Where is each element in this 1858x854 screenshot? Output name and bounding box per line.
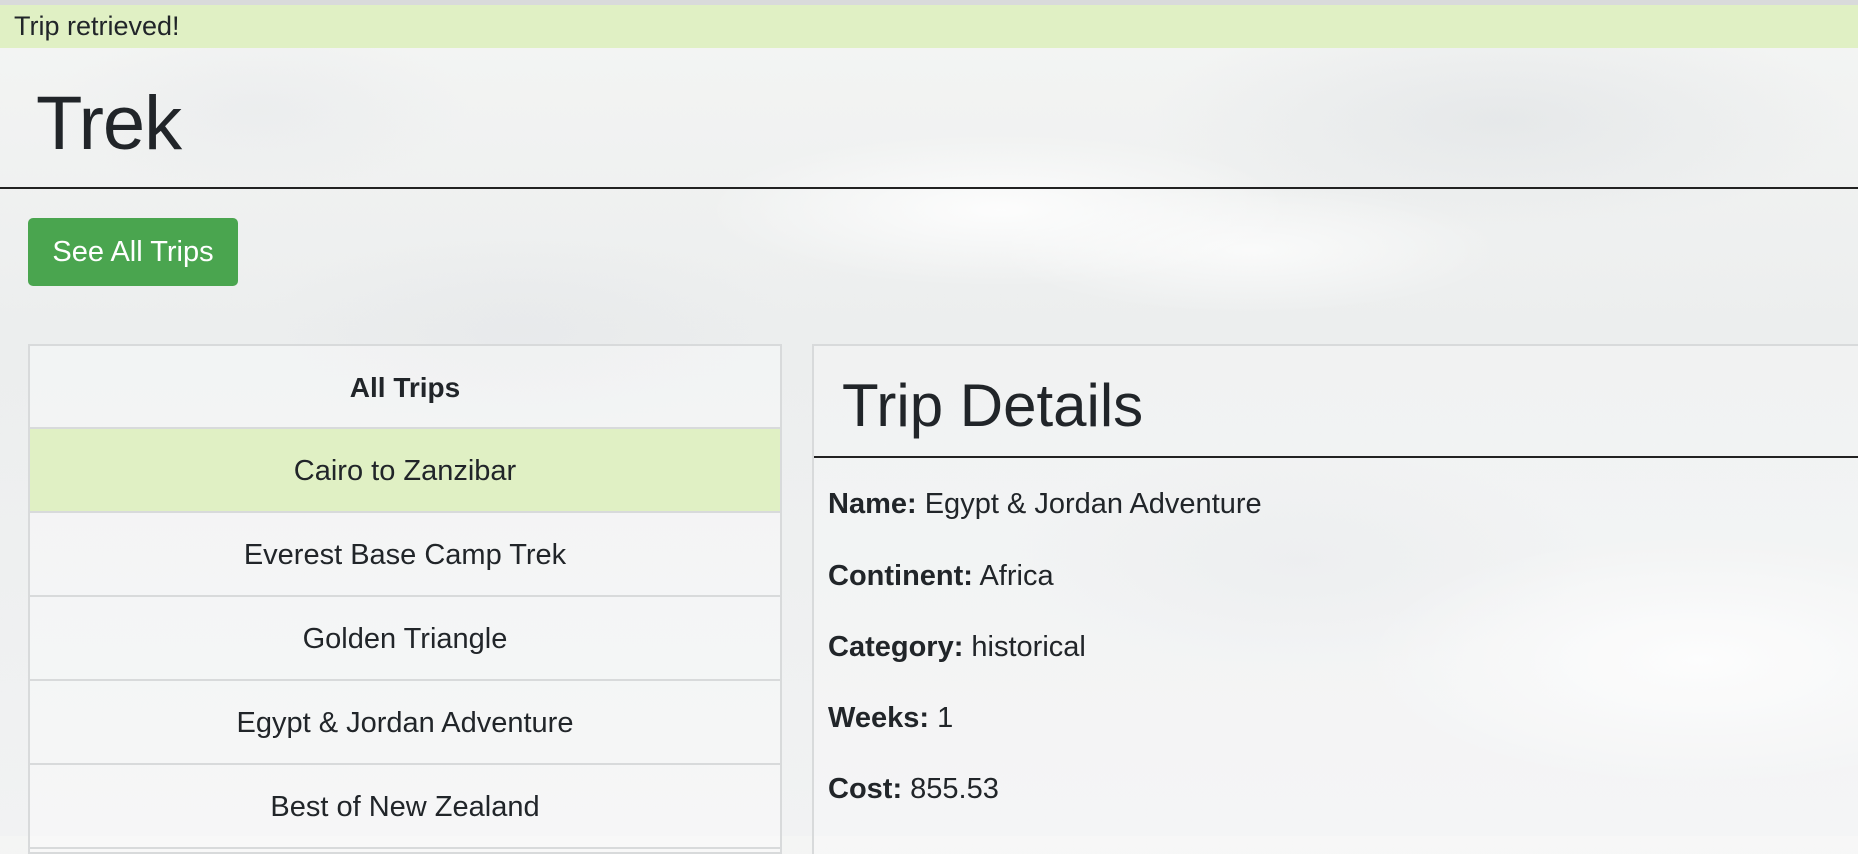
trip-item-everest-base-camp-trek[interactable]: Everest Base Camp Trek xyxy=(30,513,780,597)
flash-message: Trip retrieved! xyxy=(0,5,1858,48)
site-header: Trek xyxy=(0,48,1858,189)
trip-details-panel: Trip Details Name: Egypt & Jordan Advent… xyxy=(812,344,1858,854)
detail-weeks-label: Weeks: xyxy=(828,702,930,734)
detail-name-value: Egypt & Jordan Adventure xyxy=(924,488,1262,520)
detail-cost-value: 855.53 xyxy=(910,773,999,805)
site-title: Trek xyxy=(36,81,182,166)
all-trips-heading: All Trips xyxy=(30,346,780,429)
detail-name: Name: Egypt & Jordan Adventure xyxy=(828,488,1262,521)
see-all-trips-button[interactable]: See All Trips xyxy=(28,218,238,286)
detail-cost-label: Cost: xyxy=(828,773,903,805)
detail-continent-label: Continent: xyxy=(828,560,973,592)
flash-message-text: Trip retrieved! xyxy=(14,11,180,41)
detail-cost: Cost: 855.53 xyxy=(828,773,999,806)
detail-continent-value: Africa xyxy=(979,560,1054,592)
detail-weeks-value: 1 xyxy=(937,702,954,734)
trip-item-best-of-new-zealand[interactable]: Best of New Zealand xyxy=(30,765,780,849)
detail-category-label: Category: xyxy=(828,631,964,663)
all-trips-panel: All Trips Cairo to Zanzibar Everest Base… xyxy=(28,344,782,854)
detail-weeks: Weeks: 1 xyxy=(828,702,953,735)
detail-name-label: Name: xyxy=(828,488,917,520)
trip-item-cairo-to-zanzibar[interactable]: Cairo to Zanzibar xyxy=(30,429,780,513)
detail-continent: Continent: Africa xyxy=(828,560,1054,593)
trip-item-golden-triangle[interactable]: Golden Triangle xyxy=(30,597,780,681)
detail-category: Category: historical xyxy=(828,631,1086,664)
trip-item-egypt-jordan-adventure[interactable]: Egypt & Jordan Adventure xyxy=(30,681,780,765)
trip-details-heading: Trip Details xyxy=(814,346,1858,458)
detail-category-value: historical xyxy=(971,631,1086,663)
